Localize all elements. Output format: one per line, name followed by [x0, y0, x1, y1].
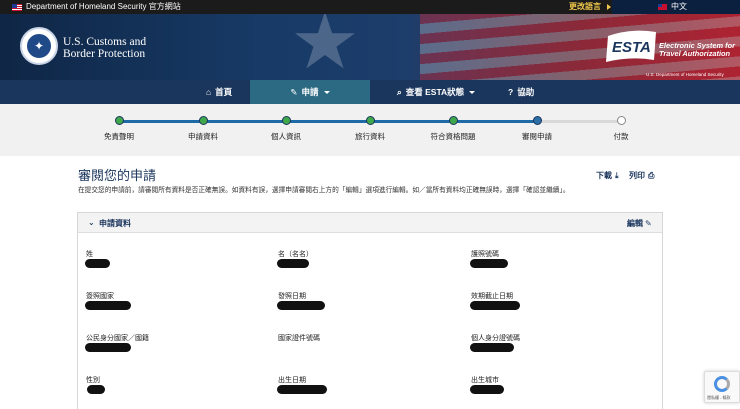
chevron-down-icon	[323, 90, 330, 94]
download-label: 下載	[596, 171, 612, 180]
progress-track-complete	[119, 120, 537, 123]
recaptcha-icon	[714, 376, 730, 392]
nav-check-status[interactable]: ⌕ 查看 ESTA狀態	[397, 80, 476, 104]
progress-stepper: 免責聲明 申請資料 個人資訊 旅行資料 符合資格問題 審閱申請 付款	[0, 104, 740, 156]
step-dot	[115, 116, 124, 125]
top-utility-bar: Department of Homeland Security 官方網站 更改語…	[0, 0, 740, 14]
step-dot	[199, 116, 208, 125]
redacted-value	[85, 259, 110, 268]
field-label-expiration-date: 效期截止日期	[471, 293, 513, 300]
step-dot	[449, 116, 458, 125]
field-label-gender: 性別	[86, 377, 100, 384]
redacted-value	[85, 343, 131, 352]
step-label: 個人資訊	[271, 132, 301, 141]
pencil-icon: ✎	[645, 219, 652, 228]
field-label-passport-number: 護照號碼	[471, 251, 499, 258]
taiwan-flag-icon	[658, 4, 667, 10]
step-label: 符合資格問題	[430, 132, 476, 141]
step-label: 審閱申請	[522, 132, 552, 141]
nav-home[interactable]: ⌂ 首頁	[206, 80, 232, 104]
field-label-birth-city: 出生城市	[471, 377, 499, 384]
redacted-value	[277, 259, 309, 268]
cbp-logo-text[interactable]: U.S. Customs and Border Protection	[63, 36, 146, 60]
gov-banner-text: Department of Homeland Security 官方網站	[26, 2, 181, 11]
step-dot	[533, 116, 542, 125]
chevron-down-icon	[469, 90, 476, 94]
field-label-issue-date: 發照日期	[278, 293, 306, 300]
step-label: 免責聲明	[104, 132, 134, 141]
recaptcha-text: 隱私權 - 條款	[707, 395, 731, 400]
nav-help[interactable]: ? 協助	[508, 80, 534, 104]
field-label-surname: 姓	[86, 251, 93, 258]
redacted-value	[277, 301, 325, 310]
redacted-value	[470, 301, 520, 310]
nav-home-label: 首頁	[215, 87, 233, 97]
step-label: 旅行資料	[355, 132, 385, 141]
esta-logo-text: ESTA	[612, 39, 651, 56]
chevron-down-icon: ⌄	[88, 218, 95, 227]
nav-apply[interactable]: ✎ 申請	[250, 80, 370, 104]
step-dot	[366, 116, 375, 125]
step-label: 申請資料	[188, 132, 218, 141]
download-icon: ⤓	[615, 170, 619, 180]
print-label: 列印	[629, 171, 645, 180]
chevron-right-icon	[607, 3, 612, 10]
home-icon: ⌂	[206, 87, 212, 97]
star-decoration-icon: ★	[290, 14, 360, 80]
gov-banner: Department of Homeland Security 官方網站	[12, 0, 181, 14]
step-dot	[282, 116, 291, 125]
question-icon: ?	[508, 87, 514, 97]
redacted-value	[87, 385, 105, 394]
dhs-seal-logo[interactable]: ✦	[20, 27, 58, 65]
step-label: 付款	[613, 132, 629, 141]
change-language-link[interactable]: 更改語言	[569, 0, 612, 14]
page-description: 在提交您的申請前，請審閱所有資料是否正確無誤。如資料有誤，選擇申請審閱右上方的「…	[78, 187, 570, 194]
current-language-label: 中文	[671, 2, 687, 11]
field-label-personal-id: 個人身分證號碼	[471, 335, 520, 342]
language-selector[interactable]: 中文	[612, 0, 740, 14]
field-label-citizenship: 公民身分國家／國籍	[86, 335, 149, 342]
field-label-issuing-country: 簽照國家	[86, 293, 114, 300]
redacted-value	[85, 301, 131, 310]
panel-title: 申請資料	[99, 219, 131, 228]
main-content: 審閱您的申請 在提交您的申請前，請審閱所有資料是否正確無誤。如資料有誤，選擇申請…	[0, 156, 740, 409]
eagle-icon: ✦	[25, 32, 53, 60]
main-nav: ⌂ 首頁 ✎ 申請 ⌕ 查看 ESTA狀態 ? 協助	[0, 80, 740, 104]
download-button[interactable]: 下載 ⤓	[596, 170, 619, 181]
redacted-value	[470, 259, 508, 268]
redacted-value	[470, 343, 514, 352]
edit-button[interactable]: 編輯 ✎	[627, 218, 652, 229]
field-label-national-id: 國家證件號碼	[278, 335, 320, 342]
us-flag-icon	[12, 3, 22, 11]
field-label-given-name: 名（名名）	[278, 251, 313, 258]
printer-icon: ⎙	[648, 170, 655, 180]
esta-full-line-2: Travel Authorization	[659, 49, 731, 58]
step-dot	[617, 116, 626, 125]
esta-subtitle: U.S. Department of Homeland Security	[646, 72, 724, 77]
application-data-panel: ⌄ 申請資料 編輯 ✎ 姓 名（名名） 護照號碼 簽照國家 發照日期 效期截止日…	[77, 212, 663, 409]
panel-header[interactable]: ⌄ 申請資料 編輯 ✎	[78, 213, 662, 233]
redacted-value	[470, 385, 504, 394]
esta-full-name: Electronic System for Travel Authorizati…	[659, 42, 735, 58]
print-button[interactable]: 列印 ⎙	[629, 170, 654, 181]
agency-line-2: Border Protection	[63, 48, 146, 60]
redacted-value	[277, 385, 327, 394]
nav-apply-label: 申請	[301, 87, 319, 97]
search-icon: ⌕	[397, 87, 402, 97]
nav-check-status-label: 查看 ESTA狀態	[405, 87, 465, 97]
recaptcha-badge[interactable]: 隱私權 - 條款	[704, 371, 740, 403]
agency-line-1: U.S. Customs and	[63, 36, 147, 48]
field-label-birth-date: 出生日期	[278, 377, 306, 384]
site-header: ★ ✦ U.S. Customs and Border Protection E…	[0, 14, 740, 80]
esta-logo[interactable]: ESTA	[604, 28, 658, 64]
edit-label: 編輯	[627, 219, 643, 228]
pencil-icon: ✎	[290, 87, 298, 97]
change-language-label: 更改語言	[569, 2, 601, 11]
nav-help-label: 協助	[517, 87, 535, 97]
page-title: 審閱您的申請	[78, 168, 157, 183]
